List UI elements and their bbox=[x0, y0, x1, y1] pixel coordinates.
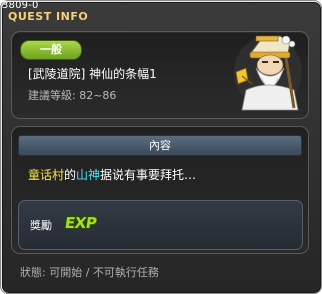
quest-category-badge: 一般 bbox=[20, 40, 82, 60]
mountain-god-npc-icon bbox=[234, 35, 302, 111]
description-rest: 据说有事要拜托… bbox=[100, 168, 197, 182]
reward-box bbox=[18, 200, 303, 250]
content-section-header: 內容 bbox=[18, 135, 302, 156]
location-highlight: 童话村 bbox=[28, 168, 65, 182]
reward-label: 獎勵 bbox=[30, 219, 52, 232]
quest-description: 童话村的山神据说有事要拜托… bbox=[28, 168, 196, 182]
description-connector: 的 bbox=[64, 168, 77, 182]
npc-highlight: 山神 bbox=[76, 168, 101, 182]
window-title: QUEST INFO bbox=[8, 10, 89, 23]
exp-reward-icon[interactable]: EXP bbox=[64, 214, 98, 232]
quest-recommended-level: 建議等級: 82~86 bbox=[28, 89, 117, 102]
quest-name: [武陵道院] 神仙的条幅1 bbox=[28, 67, 157, 81]
quest-status: 狀態: 可開始 / 不可執行任務 bbox=[20, 266, 159, 279]
